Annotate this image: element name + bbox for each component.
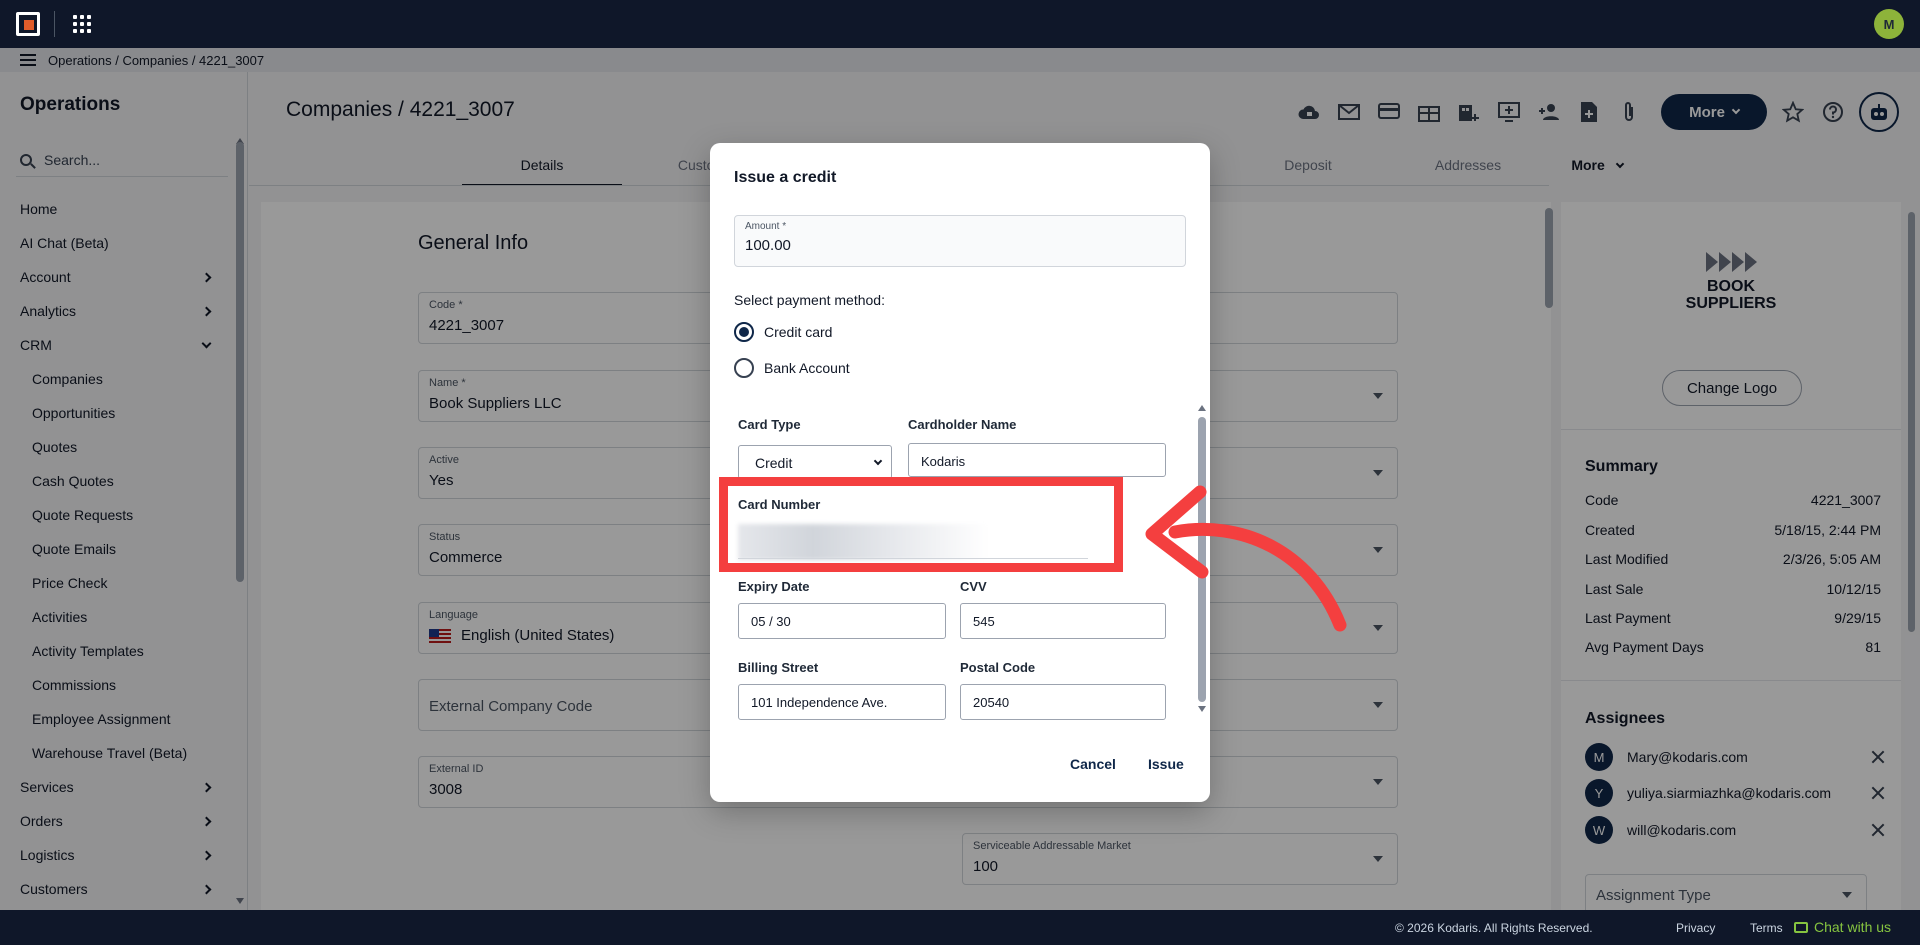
radio-label: Bank Account (764, 360, 850, 376)
card-type-value: Credit (755, 455, 793, 471)
cancel-button[interactable]: Cancel (1070, 756, 1116, 772)
chat-with-us-button[interactable]: Chat with us (1794, 919, 1891, 935)
amount-input[interactable]: Amount * 100.00 (734, 215, 1186, 267)
radio-selected-icon[interactable] (734, 322, 754, 342)
amount-label: Amount * (745, 221, 787, 232)
issue-button[interactable]: Issue (1148, 756, 1184, 772)
payment-method-label: Select payment method: (734, 292, 885, 308)
billing-street-label: Billing Street (738, 660, 819, 675)
cardholder-name-input[interactable]: Kodaris (908, 443, 1166, 477)
postal-code-input[interactable]: 20540 (960, 684, 1166, 720)
app-grid-icon[interactable] (73, 15, 91, 33)
user-avatar[interactable]: M (1874, 9, 1904, 39)
issue-credit-dialog: Issue a credit Amount * 100.00 Select pa… (710, 143, 1210, 802)
chevron-down-icon (873, 456, 883, 466)
radio-bank-account[interactable]: Bank Account (734, 358, 850, 378)
billing-street-input[interactable]: 101 Independence Ave. (738, 684, 946, 720)
amount-value: 100.00 (745, 237, 791, 254)
annotation-highlight-box (719, 477, 1123, 572)
radio-unselected-icon[interactable] (734, 358, 754, 378)
radio-label: Credit card (764, 324, 833, 340)
chat-bubble-icon (1794, 921, 1808, 933)
top-bar: M (0, 0, 1920, 48)
radio-credit-card[interactable]: Credit card (734, 322, 832, 342)
expiry-date-label: Expiry Date (738, 579, 810, 594)
expiry-date-value: 05 / 30 (751, 614, 791, 629)
postal-code-value: 20540 (973, 695, 1010, 710)
footer: © 2026 Kodaris. All Rights Reserved. Pri… (0, 910, 1920, 945)
footer-terms-link[interactable]: Terms (1750, 921, 1783, 935)
footer-privacy-link[interactable]: Privacy (1676, 921, 1715, 935)
top-bar-divider (54, 11, 55, 37)
cvv-input[interactable]: 545 (960, 603, 1166, 639)
card-type-select[interactable]: Credit (738, 445, 892, 479)
cardholder-name-value: Kodaris (921, 454, 966, 469)
dialog-title: Issue a credit (734, 169, 837, 186)
postal-code-label: Postal Code (960, 660, 1036, 675)
cvv-label: CVV (960, 579, 987, 594)
footer-copyright: © 2026 Kodaris. All Rights Reserved. (1395, 921, 1593, 935)
scroll-up-arrow-icon[interactable] (1198, 405, 1206, 411)
card-type-label: Card Type (738, 417, 801, 432)
cardholder-name-label: Cardholder Name (908, 417, 1017, 432)
kodaris-logo-icon[interactable] (16, 12, 40, 36)
expiry-date-input[interactable]: 05 / 30 (738, 603, 946, 639)
scroll-down-arrow-icon[interactable] (1198, 706, 1206, 712)
billing-street-value: 101 Independence Ave. (751, 695, 888, 710)
annotation-arrow-icon (1145, 485, 1347, 632)
cvv-value: 545 (973, 614, 995, 629)
chat-label: Chat with us (1814, 919, 1892, 935)
